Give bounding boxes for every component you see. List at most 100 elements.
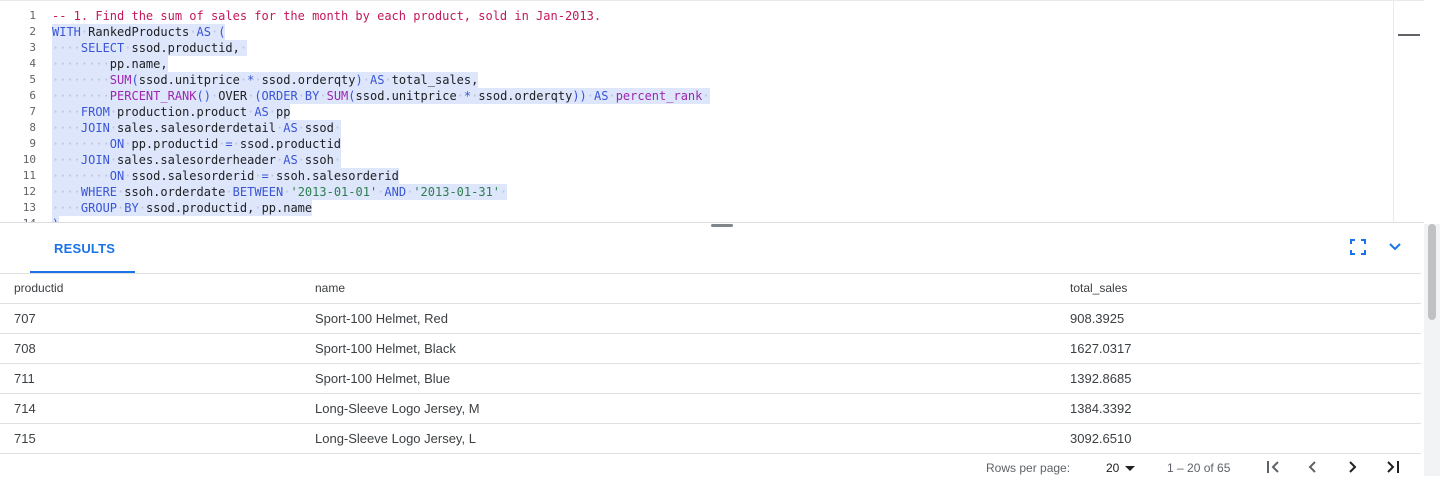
rows-per-page-select[interactable]: 20: [1106, 461, 1119, 475]
code-token: ·: [297, 121, 305, 135]
code-line[interactable]: 13 ····GROUP·BY·ssod.productid,·pp.name: [0, 200, 1424, 216]
line-number: 1: [29, 9, 36, 22]
chevron-left-icon[interactable]: [1304, 459, 1322, 475]
code-token: AS: [594, 89, 609, 103]
code-token: ssod.productid,: [131, 41, 240, 55]
code-line[interactable]: 7 ····FROM·production.product·AS·pp: [0, 104, 1424, 120]
code-token: ssod.productid: [239, 137, 342, 151]
code-line[interactable]: 10 ····JOIN·sales.salesorderheader·AS·sso…: [0, 152, 1424, 168]
code-line[interactable]: 8 ····JOIN·sales.salesorderdetail·AS·ssod…: [0, 120, 1424, 136]
results-scrollbar[interactable]: [1424, 224, 1440, 476]
code-token: '2013-01-01': [290, 185, 378, 199]
code-token: ON: [109, 169, 125, 183]
scrollbar-thumb[interactable]: [1428, 224, 1436, 320]
code-line[interactable]: 4 ········pp.name,: [0, 56, 1424, 72]
code-token: ········: [52, 89, 110, 103]
line-number: 9: [29, 137, 36, 150]
cell-productid: 711: [14, 371, 35, 386]
line-number: 6: [29, 89, 36, 102]
code-token: ·: [319, 89, 327, 103]
code-token: ····: [52, 185, 81, 199]
code-token: SUM: [326, 89, 349, 103]
line-number: 7: [29, 105, 36, 118]
table-header-row: productid name total_sales: [0, 273, 1421, 304]
table-row[interactable]: 707 Sport-100 Helmet, Red 908.3925: [0, 304, 1421, 334]
code-token: BY: [304, 89, 320, 103]
code-token: ·: [189, 25, 197, 39]
code-token: ·: [109, 121, 118, 135]
code-text: ········SUM(ssod.unitprice·*·ssod.orderq…: [52, 72, 479, 88]
code-token: SELECT: [80, 41, 125, 55]
code-token: WHERE: [80, 185, 118, 199]
cell-productid: 707: [14, 311, 36, 326]
code-token: JOIN: [80, 153, 110, 167]
code-token: ·: [254, 169, 262, 183]
code-token: WITH: [52, 25, 81, 39]
code-token: ····: [52, 41, 81, 55]
cell-productid: 708: [14, 341, 36, 356]
code-token: total_sales,: [391, 73, 479, 87]
table-row[interactable]: 714 Long-Sleeve Logo Jersey, M 1384.3392: [0, 394, 1421, 424]
dropdown-caret-icon[interactable]: [1125, 466, 1135, 471]
code-line[interactable]: 12 ····WHERE·ssoh.orderdate·BETWEEN·'2013…: [0, 184, 1424, 200]
table-row[interactable]: 711 Sport-100 Helmet, Blue 1392.8685: [0, 364, 1421, 394]
code-token: '2013-01-31': [413, 185, 501, 199]
code-token: ssod: [304, 121, 334, 135]
column-header-total-sales[interactable]: total_sales: [1070, 274, 1127, 303]
code-text: ········pp.name,: [52, 56, 168, 72]
code-token: ········: [52, 57, 110, 71]
first-page-icon[interactable]: [1265, 459, 1283, 475]
code-token: PERCENT_RANK: [109, 89, 197, 103]
code-token: ·: [254, 201, 262, 215]
column-header-productid[interactable]: productid: [14, 274, 63, 303]
last-page-icon[interactable]: [1383, 459, 1401, 475]
page-range-text: 1 – 20 of 65: [1167, 461, 1231, 475]
code-token: ON: [109, 137, 125, 151]
cell-name: Long-Sleeve Logo Jersey, M: [315, 401, 480, 416]
code-text: ········ON·pp.productid·=·ssod.productid: [52, 136, 342, 152]
code-token: ssoh.salesorderid: [276, 169, 399, 183]
code-line[interactable]: 1 -- 1. Find the sum of sales for the mon…: [0, 8, 1424, 24]
code-token: percent_rank: [615, 89, 703, 103]
tab-results-label: RESULTS: [54, 241, 116, 256]
code-token: ·: [109, 105, 118, 119]
cell-name: Sport-100 Helmet, Red: [315, 311, 448, 326]
code-token: ssod.productid,: [145, 201, 255, 215]
code-token: ·: [586, 89, 594, 103]
code-token: )): [572, 89, 587, 103]
code-token: FROM: [80, 105, 110, 119]
sql-editor[interactable]: 1 -- 1. Find the sum of sales for the mon…: [0, 0, 1424, 223]
code-line[interactable]: 6 ········PERCENT_RANK()·OVER·(ORDER·BY·S…: [0, 88, 1424, 104]
code-token: sales.salesorderdetail: [117, 121, 276, 135]
code-line[interactable]: 5 ········SUM(ssod.unitprice·*·ssod.order…: [0, 72, 1424, 88]
code-token: ····: [52, 201, 81, 215]
cell-name: Long-Sleeve Logo Jersey, L: [315, 431, 476, 446]
code-line[interactable]: 3 ····SELECT·ssod.productid,·: [0, 40, 1424, 56]
code-token: BY: [124, 201, 139, 215]
column-header-name[interactable]: name: [315, 274, 345, 303]
tab-results[interactable]: RESULTS: [30, 236, 135, 273]
code-token: ·: [297, 89, 305, 103]
code-token: pp.name: [261, 201, 313, 215]
code-token: ·: [232, 137, 240, 151]
code-token: ········: [52, 73, 110, 87]
code-token: OVER: [218, 89, 248, 103]
code-token: ·: [456, 89, 464, 103]
cell-productid: 715: [14, 431, 36, 446]
code-text: ····JOIN·sales.salesorderheader·AS·ssoh·: [52, 152, 342, 168]
code-token: ·: [225, 185, 233, 199]
code-text: WITH·RankedProducts·AS·(: [52, 24, 226, 40]
code-token: ·: [268, 169, 277, 183]
chevron-right-icon[interactable]: [1343, 459, 1361, 475]
code-line[interactable]: 11 ········ON·ssod.salesorderid·=·ssoh.sa…: [0, 168, 1424, 184]
code-line[interactable]: 2 WITH·RankedProducts·AS·(: [0, 24, 1424, 40]
table-row[interactable]: 715 Long-Sleeve Logo Jersey, L 3092.6510: [0, 424, 1421, 454]
fullscreen-icon[interactable]: [1349, 238, 1367, 256]
cell-total-sales: 1627.0317: [1070, 341, 1132, 356]
chevron-down-icon[interactable]: [1386, 238, 1404, 256]
editor-scrollbar[interactable]: [1393, 1, 1424, 223]
table-row[interactable]: 708 Sport-100 Helmet, Black 1627.0317: [0, 334, 1421, 364]
resize-handle[interactable]: [711, 224, 733, 227]
code-line[interactable]: 9 ········ON·pp.productid·=·ssod.producti…: [0, 136, 1424, 152]
code-token: ssoh: [304, 153, 334, 167]
